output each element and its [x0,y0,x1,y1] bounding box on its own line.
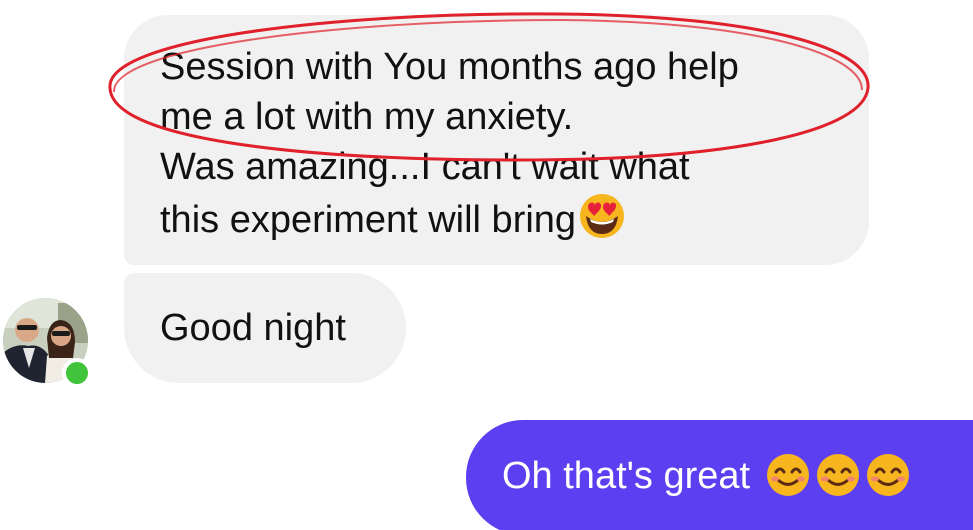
message-text: Good night [160,307,346,349]
message-line-with-emoji: this experiment will bring [160,192,849,253]
message-line: Was amazing...I can't wait what [160,146,690,188]
online-status-indicator [62,358,92,388]
smiling-face-icon [815,452,861,511]
message-line: me a lot with my anxiety. [160,96,574,138]
outgoing-message-bubble[interactable]: Oh that's great [466,420,973,530]
message-line-text: this experiment will bring [160,199,577,241]
incoming-message-bubble[interactable]: Good night [124,273,406,383]
smiling-face-icon [765,452,811,511]
smiling-face-with-heart-eyes-icon [578,192,626,253]
message-line: Session with You months ago help [160,46,739,88]
chat-thread: Session with You months ago help me a lo… [0,0,973,530]
message-text: Oh that's great [502,455,751,497]
smiling-face-icon [865,452,911,511]
incoming-message-bubble[interactable]: Session with You months ago help me a lo… [124,15,869,265]
